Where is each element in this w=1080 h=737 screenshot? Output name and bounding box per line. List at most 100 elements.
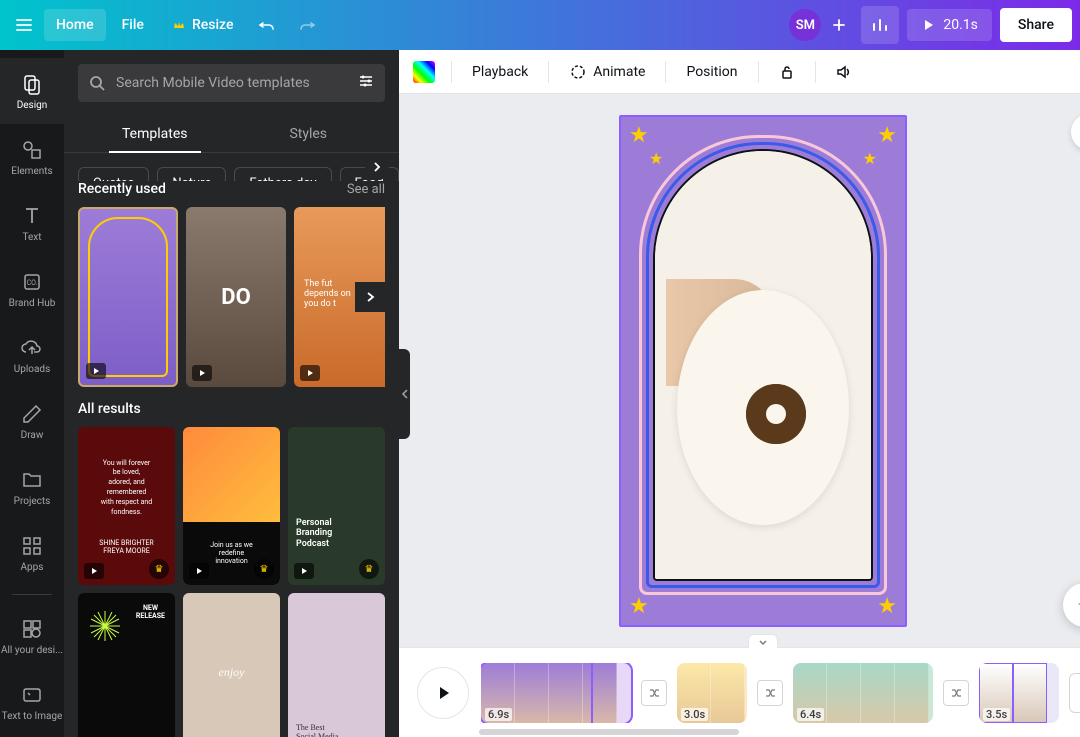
- chevron-left-icon: [401, 388, 409, 400]
- play-duration-button[interactable]: 20.1s: [907, 9, 992, 41]
- play-icon: [921, 18, 935, 32]
- add-member-button[interactable]: [825, 9, 853, 41]
- star-decoration-icon: ★: [877, 594, 897, 619]
- search-filter-button[interactable]: [357, 72, 375, 94]
- text-icon: [20, 204, 44, 228]
- video-badge-icon: [84, 563, 104, 579]
- nav-draw[interactable]: Draw: [0, 388, 64, 454]
- template-thumbnail[interactable]: You will forever be loved, adored, and r…: [78, 427, 175, 585]
- video-badge-icon: [192, 365, 212, 381]
- brand-icon: CO.: [20, 270, 44, 294]
- nav-divider: [12, 594, 52, 595]
- nav-design[interactable]: Design: [0, 58, 64, 124]
- plus-icon: [830, 16, 848, 34]
- star-decoration-icon: ★: [877, 123, 897, 148]
- results-grid: You will forever be loved, adored, and r…: [78, 427, 385, 737]
- premium-badge-icon: ♛: [254, 559, 274, 579]
- color-picker-button[interactable]: [413, 61, 435, 83]
- canvas-toolbar: Playback Animate Position: [399, 50, 1080, 94]
- template-thumbnail[interactable]: [78, 207, 178, 387]
- collapse-panel-button[interactable]: [399, 349, 410, 439]
- design-frame[interactable]: ★ ★ ★ ★ ★ ★: [619, 115, 907, 627]
- undo-button[interactable]: [249, 7, 285, 43]
- file-button[interactable]: File: [110, 9, 156, 41]
- chip-nature[interactable]: Nature: [157, 167, 226, 181]
- category-chips: Quotes Nature Fathers day Food: [64, 153, 399, 181]
- add-clip-button[interactable]: +: [1069, 673, 1080, 713]
- playhead[interactable]: [591, 663, 593, 723]
- playback-button[interactable]: Playback: [468, 58, 532, 86]
- template-thumbnail[interactable]: DO: [186, 207, 286, 387]
- timeline-play-button[interactable]: [417, 667, 469, 719]
- sparkle-icon: [1074, 594, 1080, 616]
- nav-projects[interactable]: Projects: [0, 454, 64, 520]
- apps-icon: [20, 534, 44, 558]
- unlock-icon: [778, 63, 796, 81]
- timeline: 6.9s 3.0s 6.4s: [399, 647, 1080, 737]
- nav-text[interactable]: Text: [0, 190, 64, 256]
- nav-elements[interactable]: Elements: [0, 124, 64, 190]
- volume-button[interactable]: [832, 60, 856, 84]
- redo-button[interactable]: [289, 7, 325, 43]
- hamburger-icon: [15, 16, 33, 34]
- animate-button[interactable]: Animate: [565, 57, 649, 87]
- premium-badge-icon: ♛: [359, 559, 379, 579]
- share-button[interactable]: Share: [1000, 8, 1072, 42]
- nav-uploads[interactable]: Uploads: [0, 322, 64, 388]
- insights-button[interactable]: [861, 6, 899, 44]
- canvas-workspace[interactable]: ★ ★ ★ ★ ★ ★: [399, 94, 1080, 647]
- canvas-area: Playback Animate Position ★ ★ ★ ★: [399, 50, 1080, 737]
- crown-icon: [172, 18, 186, 32]
- search-input[interactable]: [116, 75, 347, 91]
- regenerate-button[interactable]: [1071, 114, 1080, 150]
- timeline-clip[interactable]: 3.5s: [979, 663, 1059, 723]
- bar-chart-icon: [870, 15, 890, 35]
- transition-button[interactable]: [943, 680, 969, 706]
- timeline-clip[interactable]: 3.0s: [677, 663, 747, 723]
- animate-icon: [569, 63, 587, 81]
- video-badge-icon: [86, 363, 106, 379]
- template-thumbnail[interactable]: Personal Branding Podcast ♛: [288, 427, 385, 585]
- see-all-link[interactable]: See all: [347, 182, 385, 197]
- lock-button[interactable]: [775, 60, 799, 84]
- transition-button[interactable]: [641, 680, 667, 706]
- template-thumbnail[interactable]: enjoy: [183, 593, 280, 737]
- resize-button[interactable]: Resize: [160, 9, 246, 41]
- chip-fathers-day[interactable]: Fathers day: [234, 167, 331, 181]
- home-button[interactable]: Home: [44, 9, 106, 41]
- nav-brand-hub[interactable]: CO. Brand Hub: [0, 256, 64, 322]
- template-thumbnail[interactable]: The Best Social Media: [288, 593, 385, 737]
- thumbnails-scroll-right[interactable]: [355, 282, 385, 312]
- main-menu-button[interactable]: [8, 9, 40, 41]
- position-button[interactable]: Position: [682, 58, 741, 86]
- nav-text-to-image[interactable]: Text to Image: [0, 669, 64, 735]
- chip-quotes[interactable]: Quotes: [78, 167, 149, 181]
- template-thumbnail[interactable]: Join us as we redefine innovation ♛: [183, 427, 280, 585]
- design-icon: [20, 72, 44, 96]
- star-decoration-icon: ★: [629, 123, 649, 148]
- cloud-upload-icon: [20, 336, 44, 360]
- collapse-timeline-button[interactable]: [748, 634, 778, 648]
- star-decoration-icon: ★: [629, 594, 649, 619]
- transition-icon: [647, 686, 661, 700]
- section-title: All results: [78, 401, 141, 417]
- templates-panel: Templates Styles Quotes Nature Fathers d…: [64, 50, 399, 737]
- play-icon: [434, 684, 452, 702]
- timeline-clip[interactable]: 6.4s: [793, 663, 933, 723]
- timeline-clip[interactable]: 6.9s: [481, 663, 631, 723]
- transition-button[interactable]: [757, 680, 783, 706]
- timeline-scrollbar[interactable]: [479, 729, 739, 735]
- chevron-right-icon: [371, 161, 383, 173]
- template-thumbnail[interactable]: NEW RELEASE: [78, 593, 175, 737]
- nav-all-designs[interactable]: All your desi...: [0, 603, 64, 669]
- chevron-right-icon: [363, 290, 377, 304]
- magic-assistant-button[interactable]: [1063, 583, 1080, 627]
- user-avatar[interactable]: SM: [789, 9, 821, 41]
- tab-styles[interactable]: Styles: [232, 116, 386, 152]
- nav-apps[interactable]: Apps: [0, 520, 64, 586]
- premium-badge-icon: ♛: [149, 559, 169, 579]
- tab-templates[interactable]: Templates: [78, 116, 232, 152]
- chips-scroll-right[interactable]: [365, 155, 389, 179]
- undo-icon: [258, 16, 276, 34]
- all-results-section: All results You will forever be loved, a…: [64, 401, 399, 737]
